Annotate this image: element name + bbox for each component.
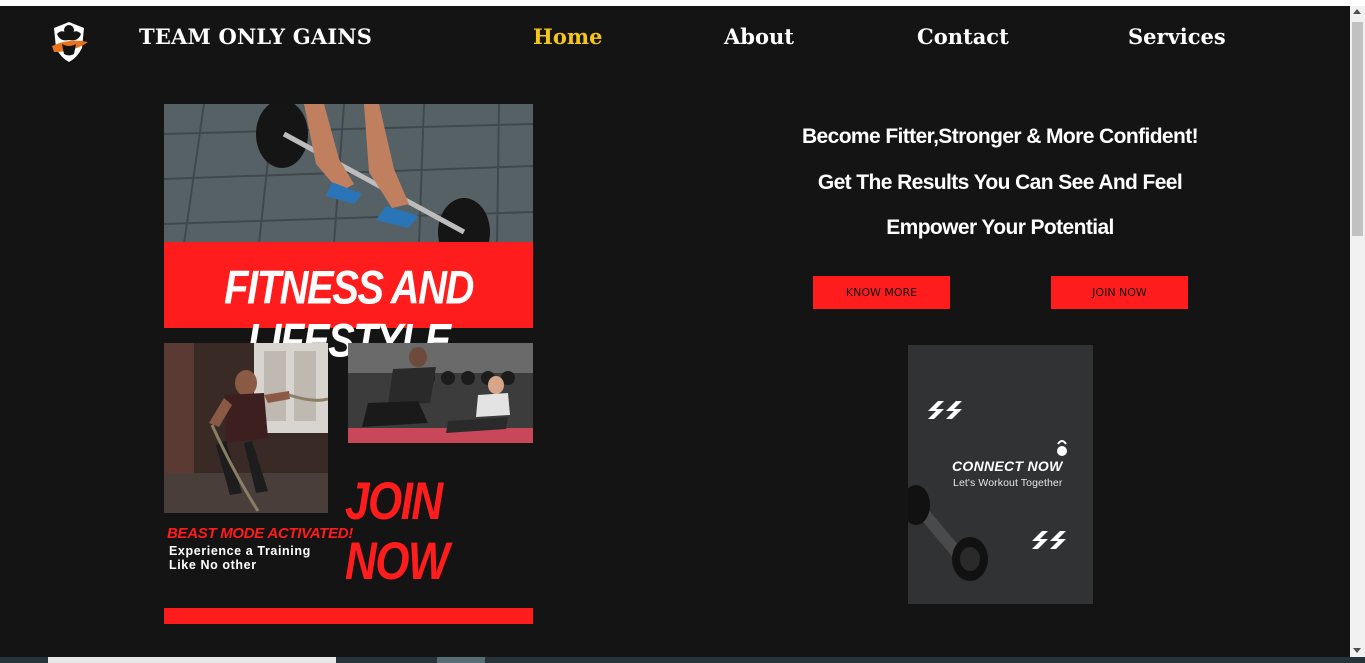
join-now-button[interactable]: JOIN NOW [1051,276,1188,309]
taskbar-item[interactable] [437,657,485,663]
battle-ropes-photo [164,343,328,513]
deadlift-photo [164,104,533,244]
scrollbar-thumb[interactable] [1352,22,1363,236]
connect-card-background [908,345,1093,604]
know-more-button[interactable]: KNOW MORE [813,276,950,309]
nav-services[interactable]: Services [1128,24,1226,49]
tagline-3: Empower Your Potential [886,216,1114,239]
brand-name: TEAM ONLY GAINS [139,24,373,49]
taskbar-item[interactable] [48,657,336,663]
connect-card-subtitle: Let's Workout Together [953,477,1063,489]
tagline-2: Get The Results You Can See And Feel [817,171,1183,194]
fitness-poster: FITNESS AND LIFESTYLE JOIN NOW BEAST MOD… [164,104,533,624]
scroll-up-arrow-icon[interactable] [1353,9,1361,14]
trainer-situps-photo [348,343,533,443]
page-background: TEAM ONLY GAINS Home About Contact Servi… [0,6,1350,657]
scroll-down-arrow-icon[interactable] [1353,648,1361,653]
muscle-shield-logo-icon[interactable] [44,16,94,66]
nav-contact[interactable]: Contact [917,24,1009,49]
nav-home[interactable]: Home [533,24,602,49]
poster-beast-mode: BEAST MODE ACTIVATED! [167,525,353,542]
connect-card-title: CONNECT NOW [952,458,1063,474]
nav-about[interactable]: About [724,24,794,49]
vertical-scrollbar[interactable] [1350,6,1365,657]
poster-bottom-bar [164,608,533,624]
tagline-1: Become Fitter,Stronger & More Confident! [801,125,1199,148]
poster-tagline-line2: Like No other [169,558,257,572]
poster-join-now: JOIN NOW [345,472,450,591]
poster-tagline-line1: Experience a Training [169,544,311,558]
taskbar-strip [0,657,1365,663]
connect-card[interactable]: CONNECT NOW Let's Workout Together [908,345,1093,604]
